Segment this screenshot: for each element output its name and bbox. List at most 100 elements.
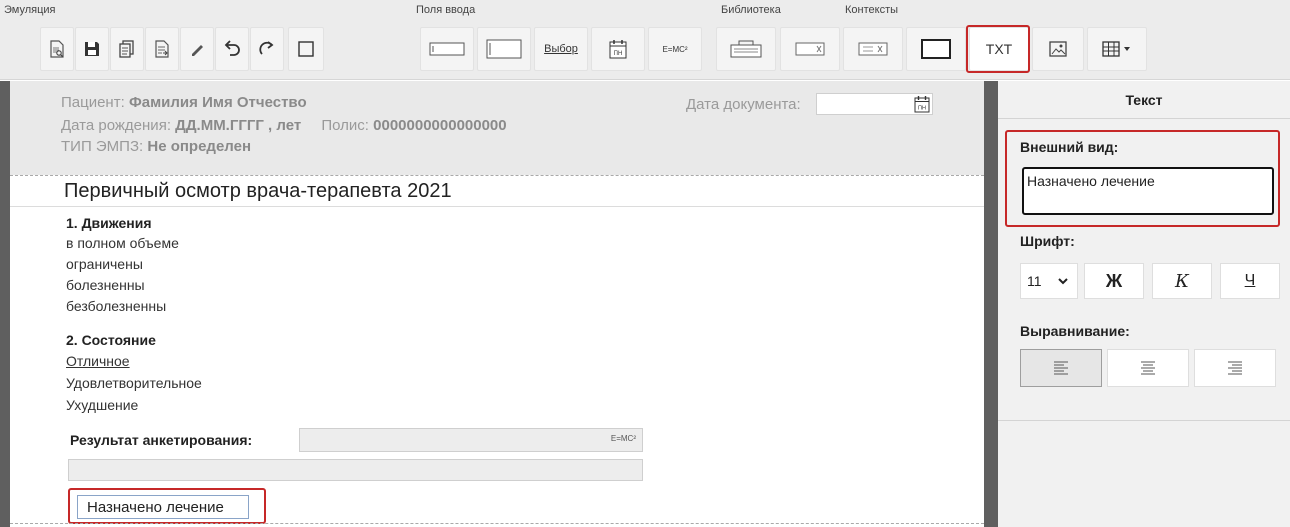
- document-title: Первичный осмотр врача-терапевта 2021: [64, 180, 452, 202]
- group-label-contexts: Контексты: [845, 4, 899, 16]
- export-icon: [155, 40, 169, 58]
- txt-label: TXT: [985, 41, 1013, 57]
- image-icon: [1049, 41, 1067, 57]
- formula-mark: E=MC²: [610, 434, 636, 443]
- calendar-icon[interactable]: ПН: [914, 95, 930, 113]
- bold-button[interactable]: Ж: [1084, 263, 1144, 299]
- result-label: Результат анкетирования:: [70, 432, 253, 448]
- patient-label: Пациент:: [61, 94, 125, 111]
- properties-panel: Текст Внешний вид: Шрифт: 11 Ж К Ч Вырав…: [998, 81, 1290, 527]
- table-button[interactable]: [1087, 27, 1147, 71]
- txt-button[interactable]: TXT: [969, 27, 1029, 71]
- birth-line: Дата рождения: ДД.ММ.ГГГГ , лет Полис: 0…: [61, 117, 507, 134]
- clear-field-button[interactable]: [780, 27, 840, 71]
- policy-label: Полис:: [321, 117, 369, 134]
- choice-button[interactable]: Выбор: [534, 27, 588, 71]
- export-button[interactable]: [145, 27, 179, 71]
- date-field-button[interactable]: ПН: [591, 27, 645, 71]
- clear-field-icon: [795, 42, 825, 56]
- chevron-down-icon: [1058, 278, 1068, 285]
- policy-value: 0000000000000000: [373, 117, 507, 134]
- library-button[interactable]: [716, 27, 776, 71]
- type-line: ТИП ЭМПЗ: Не определен: [61, 138, 251, 155]
- svg-text:ПН: ПН: [614, 51, 623, 57]
- image-button[interactable]: [1032, 27, 1084, 71]
- result-formula-field[interactable]: E=MC²: [299, 428, 643, 452]
- canvas-frame-right: [984, 81, 998, 527]
- treatment-text-element[interactable]: Назначено лечение: [77, 495, 249, 519]
- document-date-label: Дата документа:: [686, 96, 801, 113]
- title-divider: [10, 206, 984, 207]
- header-separator: [10, 175, 984, 176]
- result-text-field[interactable]: [68, 459, 643, 481]
- canvas-frame-left: [0, 81, 10, 527]
- appearance-input[interactable]: [1022, 167, 1274, 215]
- svg-text:ПН: ПН: [918, 106, 926, 112]
- preview-button[interactable]: [40, 27, 74, 71]
- option-item[interactable]: безболезненны: [66, 298, 166, 314]
- appearance-label: Внешний вид:: [1020, 139, 1119, 155]
- underline-button[interactable]: Ч: [1220, 263, 1280, 299]
- frame-button[interactable]: [906, 27, 966, 71]
- copy-icon: [119, 40, 134, 58]
- pencil-icon: [192, 45, 203, 56]
- birth-label: Дата рождения:: [61, 117, 171, 134]
- formula-button[interactable]: E=MC²: [648, 27, 702, 71]
- align-center-icon: [1141, 361, 1155, 375]
- option-item[interactable]: болезненны: [66, 277, 145, 293]
- bottom-separator: [10, 523, 984, 524]
- library-icon: [730, 40, 762, 58]
- redo-button[interactable]: [250, 27, 284, 71]
- align-right-icon: [1228, 361, 1242, 375]
- undo-button[interactable]: [215, 27, 249, 71]
- text-clear-field-button[interactable]: [843, 27, 903, 71]
- pencil-button[interactable]: [180, 27, 214, 71]
- align-left-button[interactable]: [1020, 349, 1102, 387]
- table-icon: [1102, 41, 1130, 57]
- group-label-inputs: Поля ввода: [416, 4, 476, 16]
- italic-button[interactable]: К: [1152, 263, 1212, 299]
- option-item[interactable]: ограничены: [66, 256, 143, 272]
- font-size-value: 11: [1027, 273, 1042, 289]
- rectangle-icon: [298, 41, 314, 57]
- save-icon: [85, 42, 99, 56]
- redo-icon: [259, 41, 274, 55]
- align-center-button[interactable]: [1107, 349, 1189, 387]
- undo-icon: [224, 40, 240, 56]
- choice-label: Выбор: [544, 43, 578, 55]
- panel-title: Текст: [998, 81, 1290, 119]
- type-value: Не определен: [147, 138, 252, 155]
- document-header: Пациент: Фамилия Имя Отчество Дата рожде…: [10, 81, 984, 175]
- option-item[interactable]: Ухудшение: [66, 397, 138, 413]
- align-right-button[interactable]: [1194, 349, 1276, 387]
- section-heading-state: 2. Состояние: [66, 332, 156, 348]
- text-field-icon: [429, 42, 465, 56]
- document-date-field[interactable]: ПН: [816, 93, 933, 115]
- document-canvas: Пациент: Фамилия Имя Отчество Дата рожде…: [10, 81, 984, 527]
- multiline-field-button[interactable]: [477, 27, 531, 71]
- align-label: Выравнивание:: [1020, 323, 1130, 339]
- font-label: Шрифт:: [1020, 233, 1075, 249]
- section-heading-movements: 1. Движения: [66, 215, 152, 231]
- patient-line: Пациент: Фамилия Имя Отчество: [61, 94, 307, 111]
- frame-icon: [921, 39, 951, 59]
- birth-value: ДД.ММ.ГГГГ , лет: [175, 117, 302, 134]
- text-clear-field-icon: [858, 42, 888, 56]
- calendar-icon: ПН: [609, 40, 627, 59]
- option-item[interactable]: в полном объеме: [66, 235, 179, 251]
- option-item-selected[interactable]: Отличное: [66, 353, 130, 369]
- formula-label: E=MC²: [662, 44, 688, 54]
- rect-button[interactable]: [288, 27, 324, 71]
- preview-icon: [50, 40, 64, 58]
- multiline-field-icon: [486, 39, 522, 59]
- option-item[interactable]: Удовлетворительное: [66, 375, 202, 391]
- panel-divider: [998, 420, 1290, 421]
- group-label-emulation: Эмуляция: [4, 4, 56, 16]
- save-button[interactable]: [75, 27, 109, 71]
- text-field-button[interactable]: [420, 27, 474, 71]
- align-left-icon: [1054, 361, 1068, 375]
- group-label-library: Библиотека: [721, 4, 781, 16]
- copy-button[interactable]: [110, 27, 144, 71]
- font-size-select[interactable]: 11: [1020, 263, 1078, 299]
- type-label: ТИП ЭМПЗ:: [61, 138, 144, 155]
